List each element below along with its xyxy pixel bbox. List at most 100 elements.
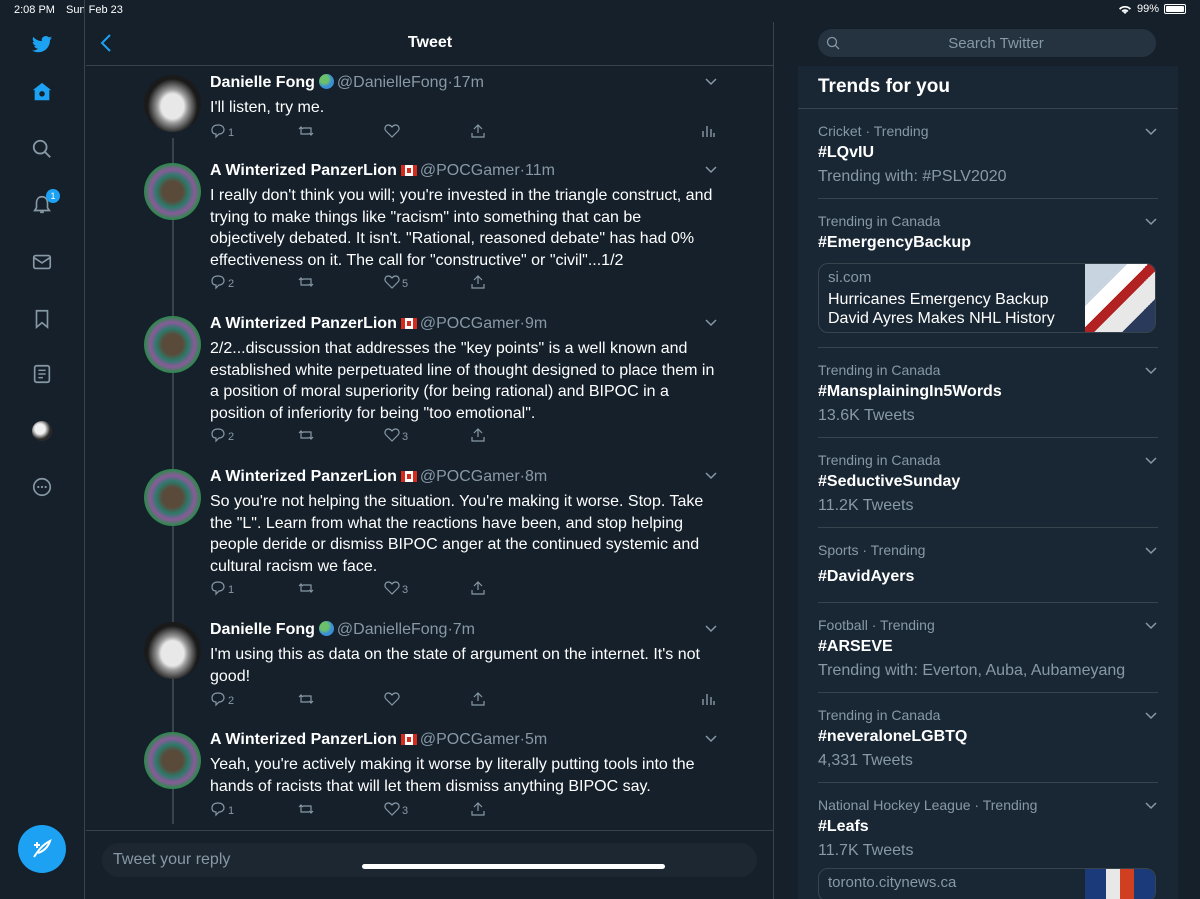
like-button[interactable] bbox=[384, 691, 400, 707]
tweet[interactable]: A Winterized PanzerLion @POCGamer·8m So y… bbox=[86, 460, 774, 613]
like-button[interactable] bbox=[384, 123, 400, 139]
like-button[interactable]: 5 bbox=[384, 274, 408, 290]
chevron-down-icon[interactable] bbox=[704, 315, 718, 329]
chevron-down-icon[interactable] bbox=[704, 621, 718, 635]
tweet-text: Yeah, you're actively making it worse by… bbox=[210, 756, 695, 795]
trend-item[interactable]: Sports · Trending #DavidAyers bbox=[798, 528, 1178, 603]
tweet[interactable]: Danielle Fong @DanielleFong·7m I'm using … bbox=[86, 613, 774, 723]
like-button[interactable]: 3 bbox=[384, 427, 408, 443]
trend-item[interactable]: Trending in Canada #EmergencyBackup si.c… bbox=[798, 199, 1178, 348]
retweet-button[interactable] bbox=[298, 123, 314, 139]
avatar[interactable] bbox=[144, 469, 201, 526]
share-button[interactable] bbox=[470, 123, 486, 139]
trend-item[interactable]: Trending in Canada #neveraloneLGBTQ 4,33… bbox=[798, 693, 1178, 783]
heart-icon bbox=[384, 802, 400, 816]
search-icon[interactable] bbox=[27, 134, 57, 164]
tweet-author-name[interactable]: Danielle Fong bbox=[210, 74, 315, 91]
chevron-down-icon[interactable] bbox=[1144, 798, 1158, 812]
tweet-author-name[interactable]: A Winterized PanzerLion bbox=[210, 731, 397, 748]
chevron-down-icon[interactable] bbox=[1144, 708, 1158, 722]
retweet-button[interactable] bbox=[298, 580, 314, 596]
like-button[interactable]: 3 bbox=[384, 580, 408, 596]
avatar[interactable] bbox=[144, 163, 201, 220]
avatar[interactable] bbox=[144, 732, 201, 789]
tweet-handle[interactable]: @POCGamer bbox=[420, 315, 520, 332]
avatar[interactable] bbox=[144, 622, 201, 679]
tweet-time[interactable]: 9m bbox=[525, 315, 547, 332]
tweet[interactable]: A Winterized PanzerLion @POCGamer·11m I r… bbox=[86, 154, 774, 307]
search-box[interactable] bbox=[818, 29, 1156, 57]
tweet-handle[interactable]: @POCGamer bbox=[420, 468, 520, 485]
trend-tag: #SeductiveSunday bbox=[818, 473, 961, 490]
analytics-button[interactable] bbox=[700, 691, 716, 707]
retweet-button[interactable] bbox=[298, 274, 314, 290]
reply-button[interactable]: 1 bbox=[210, 123, 234, 139]
retweet-button[interactable] bbox=[298, 691, 314, 707]
mail-icon[interactable] bbox=[27, 247, 57, 277]
like-button[interactable]: 3 bbox=[384, 801, 408, 817]
chevron-down-icon[interactable] bbox=[1144, 214, 1158, 228]
compose-tweet-button[interactable] bbox=[18, 825, 66, 873]
tweet-time[interactable]: 7m bbox=[453, 621, 475, 638]
chevron-down-icon[interactable] bbox=[1144, 618, 1158, 632]
reply-button[interactable]: 2 bbox=[210, 274, 234, 290]
trend-tag: #LQvIU bbox=[818, 144, 875, 161]
share-button[interactable] bbox=[470, 801, 486, 817]
tweet[interactable]: Danielle Fong @DanielleFong·17m I'll list… bbox=[86, 66, 774, 154]
tweet[interactable]: A Winterized PanzerLion @POCGamer·5m Yeah… bbox=[86, 723, 774, 824]
reply-button[interactable]: 1 bbox=[210, 580, 234, 596]
chevron-down-icon[interactable] bbox=[704, 162, 718, 176]
chevron-down-icon[interactable] bbox=[1144, 124, 1158, 138]
tweet-handle[interactable]: @POCGamer bbox=[420, 731, 520, 748]
trend-item[interactable]: Trending in Canada #MansplainingIn5Words… bbox=[798, 348, 1178, 438]
chevron-down-icon[interactable] bbox=[704, 74, 718, 88]
avatar[interactable] bbox=[144, 316, 201, 373]
reply-button[interactable]: 1 bbox=[210, 801, 234, 817]
trend-item[interactable]: Trending in Canada #SeductiveSunday 11.2… bbox=[798, 438, 1178, 528]
home-indicator[interactable] bbox=[362, 864, 665, 869]
trend-item[interactable]: Football · Trending #ARSEVE Trending wit… bbox=[798, 603, 1178, 693]
tweet-time[interactable]: 17m bbox=[453, 74, 484, 91]
trend-item[interactable]: National Hockey League · Trending #Leafs… bbox=[798, 783, 1178, 899]
share-button[interactable] bbox=[470, 580, 486, 596]
reply-icon bbox=[211, 275, 225, 290]
search-input[interactable] bbox=[846, 29, 1146, 57]
avatar[interactable] bbox=[144, 75, 201, 132]
tweet-handle[interactable]: @DanielleFong bbox=[337, 621, 448, 638]
tweet[interactable]: A Winterized PanzerLion @POCGamer·9m 2/2.… bbox=[86, 307, 774, 460]
tweet-actions: 2 5 bbox=[210, 274, 720, 294]
home-icon[interactable] bbox=[27, 77, 57, 107]
tweet-time[interactable]: 11m bbox=[525, 162, 555, 179]
bookmark-icon[interactable] bbox=[27, 304, 57, 334]
analytics-button[interactable] bbox=[700, 123, 716, 139]
chevron-down-icon[interactable] bbox=[704, 468, 718, 482]
more-icon[interactable] bbox=[27, 472, 57, 502]
reply-button[interactable]: 2 bbox=[210, 427, 234, 443]
profile-avatar[interactable] bbox=[27, 416, 57, 446]
share-button[interactable] bbox=[470, 427, 486, 443]
reply-input[interactable] bbox=[102, 843, 757, 877]
news-card[interactable]: toronto.citynews.ca bbox=[818, 868, 1156, 899]
tweet-author-name[interactable]: A Winterized PanzerLion bbox=[210, 162, 397, 179]
reply-button[interactable]: 2 bbox=[210, 691, 234, 707]
list-icon[interactable] bbox=[27, 359, 57, 389]
trend-item[interactable]: Cricket · Trending #LQvIU Trending with:… bbox=[798, 109, 1178, 199]
tweet-time[interactable]: 5m bbox=[525, 731, 547, 748]
chevron-down-icon[interactable] bbox=[1144, 543, 1158, 557]
tweet-time[interactable]: 8m bbox=[525, 468, 547, 485]
tweet-handle[interactable]: @POCGamer bbox=[420, 162, 520, 179]
share-button[interactable] bbox=[470, 691, 486, 707]
retweet-button[interactable] bbox=[298, 801, 314, 817]
retweet-button[interactable] bbox=[298, 427, 314, 443]
news-card[interactable]: si.com Hurricanes Emergency Backup David… bbox=[818, 263, 1156, 333]
share-button[interactable] bbox=[470, 274, 486, 290]
tweet-author-name[interactable]: A Winterized PanzerLion bbox=[210, 315, 397, 332]
tweet-author-name[interactable]: Danielle Fong bbox=[210, 621, 315, 638]
chevron-down-icon[interactable] bbox=[704, 731, 718, 745]
chevron-down-icon[interactable] bbox=[1144, 363, 1158, 377]
twitter-logo-icon[interactable] bbox=[27, 29, 57, 59]
tweet-handle[interactable]: @DanielleFong bbox=[337, 74, 448, 91]
bell-icon[interactable]: 1 bbox=[27, 189, 60, 220]
chevron-down-icon[interactable] bbox=[1144, 453, 1158, 467]
tweet-author-name[interactable]: A Winterized PanzerLion bbox=[210, 468, 397, 485]
